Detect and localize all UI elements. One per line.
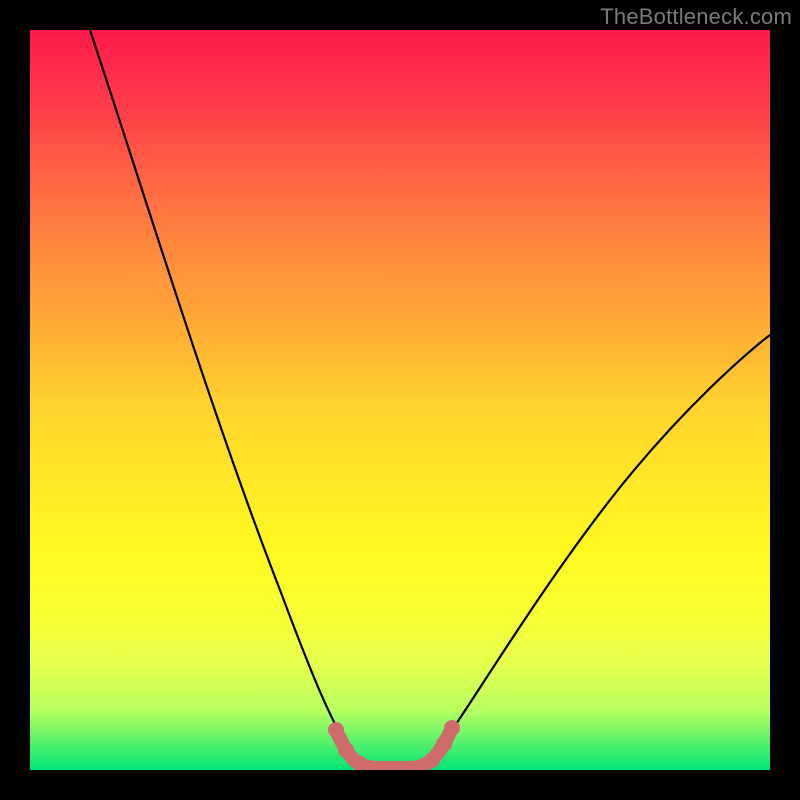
highlight-dot	[328, 722, 344, 738]
watermark-text: TheBottleneck.com	[600, 4, 792, 30]
chart-plot-area	[30, 30, 770, 770]
highlight-dot	[338, 742, 354, 758]
highlight-dot	[444, 720, 460, 736]
highlight-dot	[436, 736, 452, 752]
bottleneck-curve	[90, 30, 770, 768]
chart-svg	[30, 30, 770, 770]
highlight-dot	[424, 752, 440, 768]
